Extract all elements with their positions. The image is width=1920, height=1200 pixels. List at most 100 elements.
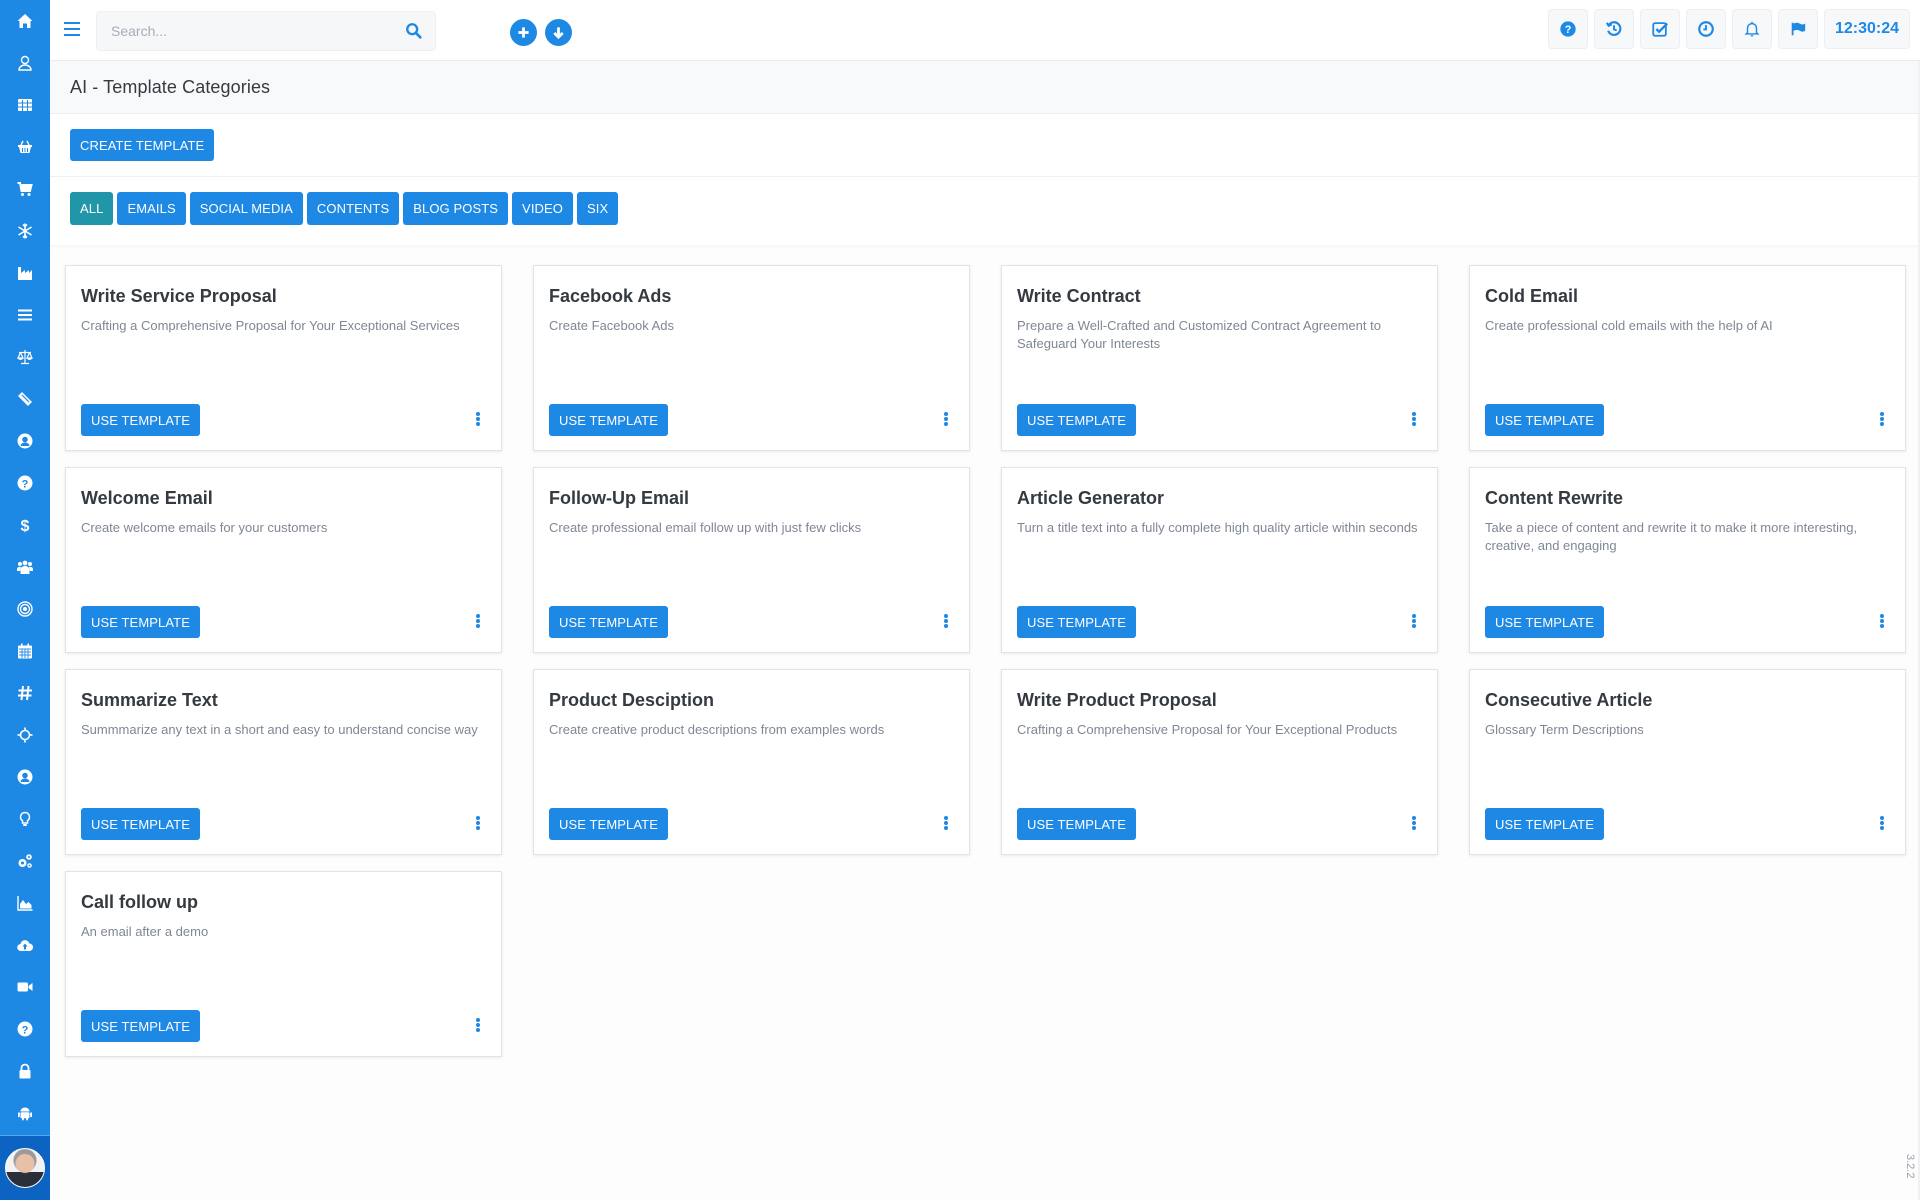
more-options-icon[interactable] (1411, 816, 1417, 830)
more-options-icon[interactable] (1411, 614, 1417, 628)
user-circle-icon (17, 433, 33, 449)
more-options-icon[interactable] (1879, 614, 1885, 628)
use-template-button[interactable]: USE TEMPLATE (549, 606, 668, 638)
sidebar-item-cart[interactable] (0, 168, 50, 210)
more-options-icon[interactable] (943, 412, 949, 426)
flag-button[interactable] (1777, 9, 1818, 49)
sidebar-item-basket[interactable] (0, 126, 50, 168)
use-template-button[interactable]: USE TEMPLATE (1017, 808, 1136, 840)
sidebar-item-help[interactable]: ? (0, 462, 50, 504)
help-button[interactable]: ? (1547, 9, 1588, 49)
filter-six[interactable]: SIX (577, 192, 619, 225)
gears-icon (18, 854, 32, 868)
time-tracker-button[interactable] (1685, 9, 1726, 49)
history-icon (1605, 21, 1622, 36)
use-template-button[interactable]: USE TEMPLATE (81, 1010, 200, 1042)
use-template-button[interactable]: USE TEMPLATE (81, 606, 200, 638)
header-actions: ? 12:30:24 (1547, 9, 1910, 49)
template-title: Write Service Proposal (81, 286, 277, 306)
template-title: Cold Email (1485, 286, 1579, 306)
sidebar-item-profile[interactable] (0, 420, 50, 462)
template-card: Follow-Up Email Create professional email… (533, 467, 970, 653)
sidebar-item-snowflake[interactable] (0, 210, 50, 252)
tasks-button[interactable] (1639, 9, 1680, 49)
template-description: An email after a demo (81, 924, 209, 939)
add-button[interactable] (510, 19, 537, 46)
use-template-button[interactable]: USE TEMPLATE (1485, 808, 1604, 840)
sidebar-item-reports[interactable] (0, 882, 50, 924)
sidebar-item-tickets[interactable] (0, 378, 50, 420)
use-template-button[interactable]: USE TEMPLATE (1485, 606, 1604, 638)
template-description: Create welcome emails for your customers (81, 520, 328, 535)
use-template-button[interactable]: USE TEMPLATE (549, 404, 668, 436)
filter-video[interactable]: VIDEO (512, 192, 574, 225)
download-button[interactable] (545, 19, 572, 46)
more-options-icon[interactable] (475, 816, 481, 830)
sidebar-item-industry[interactable] (0, 252, 50, 294)
filter-contents[interactable]: CONTENTS (306, 192, 400, 225)
template-grid: Write Service Proposal Crafting a Compreh… (65, 265, 1906, 1057)
template-description: Prepare a Well-Crafted and Customized Co… (1017, 318, 1381, 351)
more-options-icon[interactable] (475, 412, 481, 426)
menu-toggle-button[interactable] (64, 22, 80, 36)
filter-all[interactable]: ALL (70, 192, 114, 225)
template-title: Product Desciption (549, 690, 715, 710)
more-options-icon[interactable] (943, 816, 949, 830)
more-options-icon[interactable] (475, 1018, 481, 1032)
history-button[interactable] (1593, 9, 1634, 49)
template-card: Write Product Proposal Crafting a Compreh… (1001, 669, 1438, 855)
use-template-button[interactable]: USE TEMPLATE (81, 404, 200, 436)
user-menu[interactable] (0, 1135, 50, 1200)
filter-social-media[interactable]: SOCIAL MEDIA (189, 192, 303, 225)
clock-display: 12:30:24 (1823, 9, 1910, 49)
use-template-button[interactable]: USE TEMPLATE (81, 808, 200, 840)
filter-blog-posts[interactable]: BLOG POSTS (403, 192, 509, 225)
more-options-icon[interactable] (943, 614, 949, 628)
use-template-button[interactable]: USE TEMPLATE (1017, 404, 1136, 436)
search-button[interactable] (405, 22, 425, 42)
template-title: Content Rewrite (1485, 488, 1624, 508)
sidebar-item-teams[interactable] (0, 546, 50, 588)
more-options-icon[interactable] (1411, 412, 1417, 426)
category-filters: ALL EMAILS SOCIAL MEDIA CONTENTS BLOG POSTS V… (50, 177, 1920, 245)
user-circle-icon (17, 769, 33, 785)
sidebar-item-upload[interactable] (0, 924, 50, 966)
avatar[interactable] (5, 1148, 45, 1188)
more-options-icon[interactable] (475, 614, 481, 628)
template-card: Call follow up An email after a demo USE T… (65, 871, 502, 1057)
search-input[interactable] (97, 12, 435, 50)
sidebar-item-home[interactable] (0, 0, 50, 42)
template-description: Create creative product descriptions fro… (549, 722, 885, 737)
use-template-button[interactable]: USE TEMPLATE (1485, 404, 1604, 436)
filter-emails[interactable]: EMAILS (117, 192, 186, 225)
more-options-icon[interactable] (1879, 816, 1885, 830)
template-description: Create professional cold emails with the… (1485, 318, 1773, 333)
use-template-button[interactable]: USE TEMPLATE (549, 808, 668, 840)
sidebar-item-targets[interactable] (0, 588, 50, 630)
sidebar-item-list[interactable] (0, 294, 50, 336)
sidebar-item-settings[interactable] (0, 840, 50, 882)
template-title: Call follow up (81, 892, 198, 912)
home-icon (17, 14, 33, 28)
more-options-icon[interactable] (1879, 412, 1885, 426)
sidebar-item-android[interactable] (0, 1092, 50, 1134)
use-template-button[interactable]: USE TEMPLATE (1017, 606, 1136, 638)
sidebar-item-calendar[interactable] (0, 630, 50, 672)
sidebar-item-finance[interactable]: $ (0, 504, 50, 546)
target-icon (17, 601, 33, 617)
sidebar-item-tracking[interactable] (0, 714, 50, 756)
sidebar-item-tags[interactable] (0, 672, 50, 714)
sidebar-item-legal[interactable] (0, 336, 50, 378)
sidebar-item-ideas[interactable] (0, 798, 50, 840)
template-title: Write Product Proposal (1017, 690, 1217, 710)
crosshair-icon (17, 727, 33, 743)
sidebar-item-security[interactable] (0, 1050, 50, 1092)
sidebar-item-account[interactable] (0, 756, 50, 798)
create-template-button[interactable]: CREATE TEMPLATE (70, 129, 215, 161)
sidebar-item-support[interactable]: ? (0, 1008, 50, 1050)
sidebar-item-video[interactable] (0, 966, 50, 1008)
sidebar-item-users[interactable] (0, 42, 50, 84)
notifications-button[interactable] (1731, 9, 1772, 49)
template-card: Write Contract Prepare a Well-Crafted and… (1001, 265, 1438, 451)
sidebar-item-tables[interactable] (0, 84, 50, 126)
